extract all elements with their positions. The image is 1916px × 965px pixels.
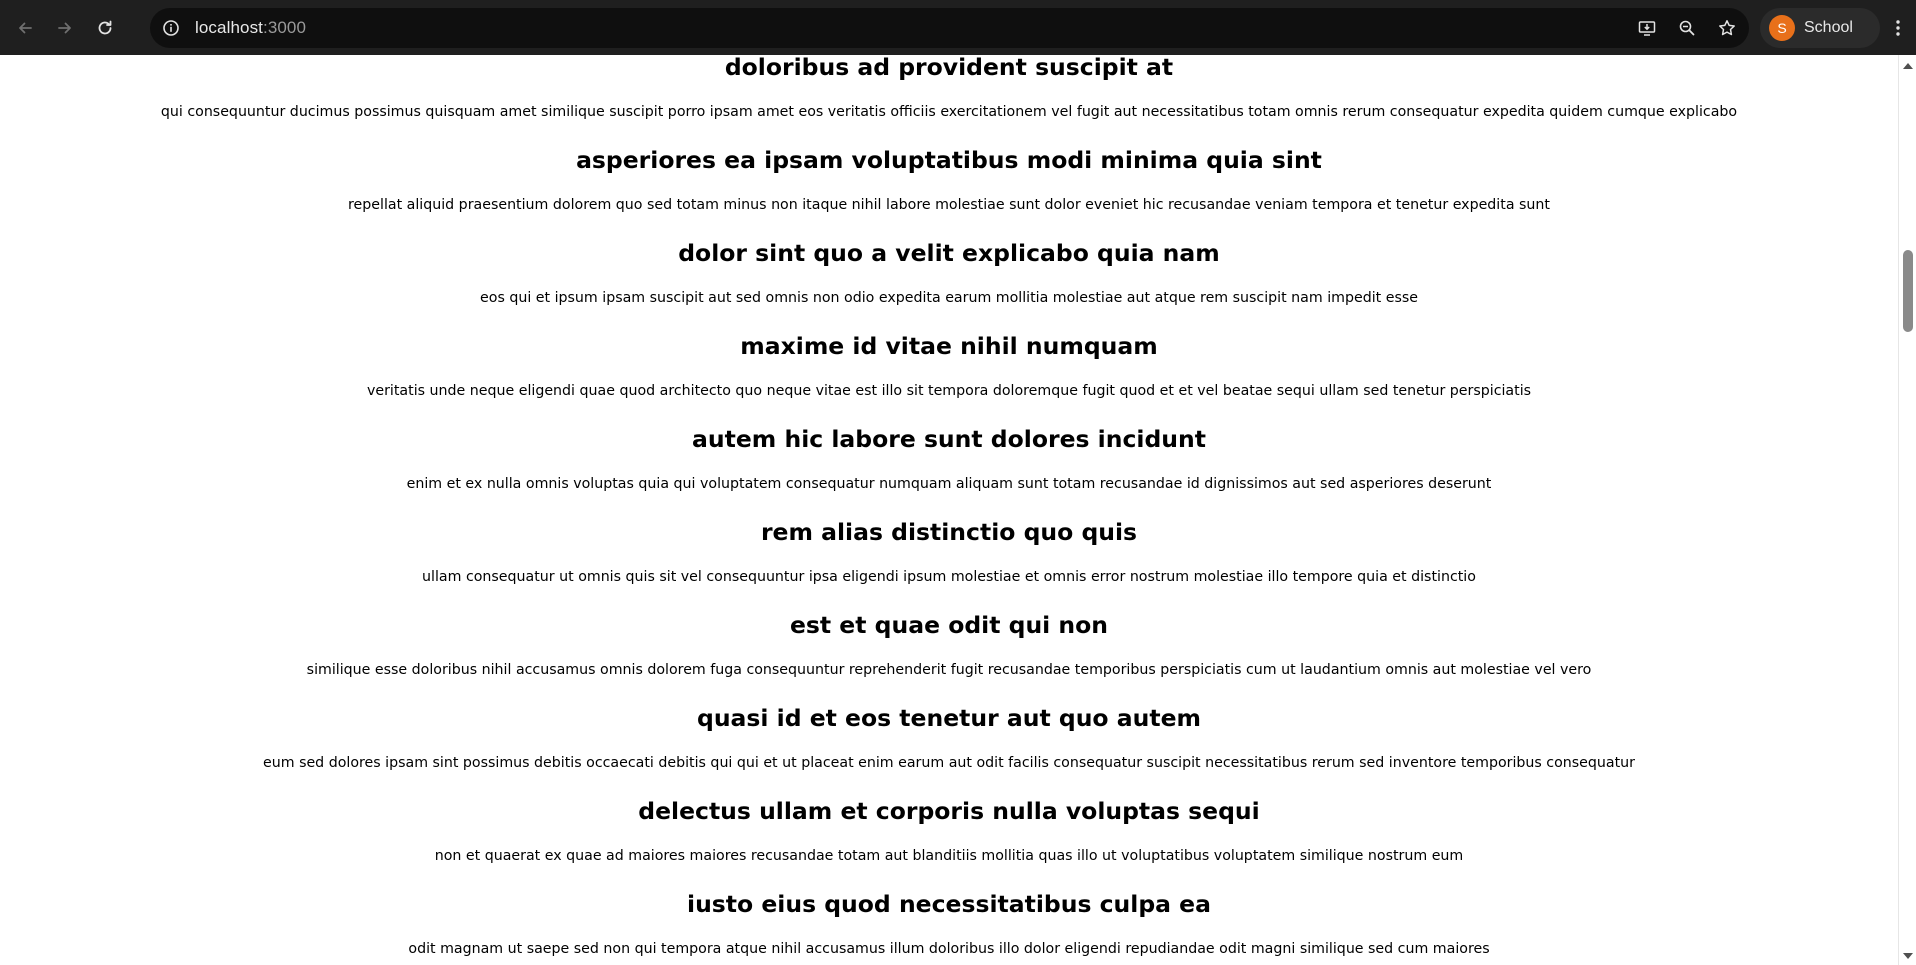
zoom-out-icon <box>1679 20 1695 36</box>
post-title: autem hic labore sunt dolores incidunt <box>692 425 1206 453</box>
forward-button[interactable] <box>45 8 85 48</box>
kebab-menu-icon <box>1896 20 1900 36</box>
arrow-left-icon <box>19 22 32 33</box>
post-body: enim et ex nulla omnis voluptas quia qui… <box>406 476 1492 492</box>
address-bar-actions <box>1627 8 1749 48</box>
post-item: dolor sint quo a velit explicabo quia na… <box>0 241 1898 334</box>
url-text[interactable]: localhost:3000 <box>195 18 306 38</box>
page-viewport: doloribus ad provident suscipit at qui co… <box>0 55 1898 965</box>
url-host: localhost <box>195 18 263 37</box>
site-info-button[interactable] <box>153 10 189 46</box>
post-item: doloribus ad provident suscipit at qui co… <box>0 55 1898 148</box>
post-item: autem hic labore sunt dolores incidunt en… <box>0 427 1898 520</box>
reload-button[interactable] <box>85 8 125 48</box>
zoom-button[interactable] <box>1667 8 1707 48</box>
vertical-scrollbar[interactable] <box>1898 55 1916 965</box>
post-body: eum sed dolores ipsam sint possimus debi… <box>263 755 1635 771</box>
post-title: iusto eius quod necessitatibus culpa ea <box>687 890 1211 918</box>
post-body: eos qui et ipsum ipsam suscipit aut sed … <box>480 290 1418 306</box>
post-body: veritatis unde neque eligendi quae quod … <box>366 383 1532 399</box>
back-button[interactable] <box>5 8 45 48</box>
avatar: S <box>1769 15 1795 41</box>
post-list: doloribus ad provident suscipit at qui co… <box>0 55 1898 965</box>
post-body: ullam consequatur ut omnis quis sit vel … <box>422 569 1476 585</box>
post-item: est et quae odit qui non similique esse d… <box>0 613 1898 706</box>
post-item: delectus ullam et corporis nulla volupta… <box>0 799 1898 892</box>
browser-menu-button[interactable] <box>1882 8 1914 48</box>
bookmark-button[interactable] <box>1707 8 1747 48</box>
post-item: rem alias distinctio quo quis ullam conse… <box>0 520 1898 613</box>
post-title: quasi id et eos tenetur aut quo autem <box>697 704 1201 732</box>
install-app-icon <box>1638 21 1656 36</box>
browser-toolbar: localhost:3000 S School <box>0 0 1916 55</box>
post-body: odit magnam ut saepe sed non qui tempora… <box>408 941 1490 957</box>
info-icon <box>163 20 179 36</box>
post-title: maxime id vitae nihil numquam <box>740 332 1158 360</box>
post-item: quasi id et eos tenetur aut quo autem eum… <box>0 706 1898 799</box>
arrow-right-icon <box>58 22 71 33</box>
profile-button[interactable]: S School <box>1760 8 1880 48</box>
address-bar[interactable]: localhost:3000 <box>150 8 1749 48</box>
url-port: :3000 <box>263 18 307 37</box>
post-title: dolor sint quo a velit explicabo quia na… <box>678 239 1220 267</box>
scroll-down-arrow[interactable] <box>1903 953 1913 959</box>
post-body: similique esse doloribus nihil accusamus… <box>306 662 1592 678</box>
post-title: rem alias distinctio quo quis <box>760 518 1138 546</box>
post-title: delectus ullam et corporis nulla volupta… <box>638 797 1260 825</box>
reload-icon <box>98 20 112 34</box>
profile-name: School <box>1804 19 1853 36</box>
post-item: asperiores ea ipsam voluptatibus modi mi… <box>0 148 1898 241</box>
star-icon <box>1719 20 1735 36</box>
install-app-button[interactable] <box>1627 8 1667 48</box>
post-body: repellat aliquid praesentium dolorem quo… <box>348 197 1550 213</box>
post-item: iusto eius quod necessitatibus culpa ea o… <box>0 892 1898 965</box>
post-title: est et quae odit qui non <box>789 611 1109 639</box>
post-title: doloribus ad provident suscipit at <box>724 55 1174 81</box>
post-body: non et quaerat ex quae ad maiores maiore… <box>434 848 1464 864</box>
post-title: asperiores ea ipsam voluptatibus modi mi… <box>576 146 1322 174</box>
scroll-up-arrow[interactable] <box>1903 63 1913 69</box>
post-body: qui consequuntur ducimus possimus quisqu… <box>160 104 1738 120</box>
post-item: maxime id vitae nihil numquam veritatis u… <box>0 334 1898 427</box>
scroll-thumb[interactable] <box>1903 250 1913 332</box>
